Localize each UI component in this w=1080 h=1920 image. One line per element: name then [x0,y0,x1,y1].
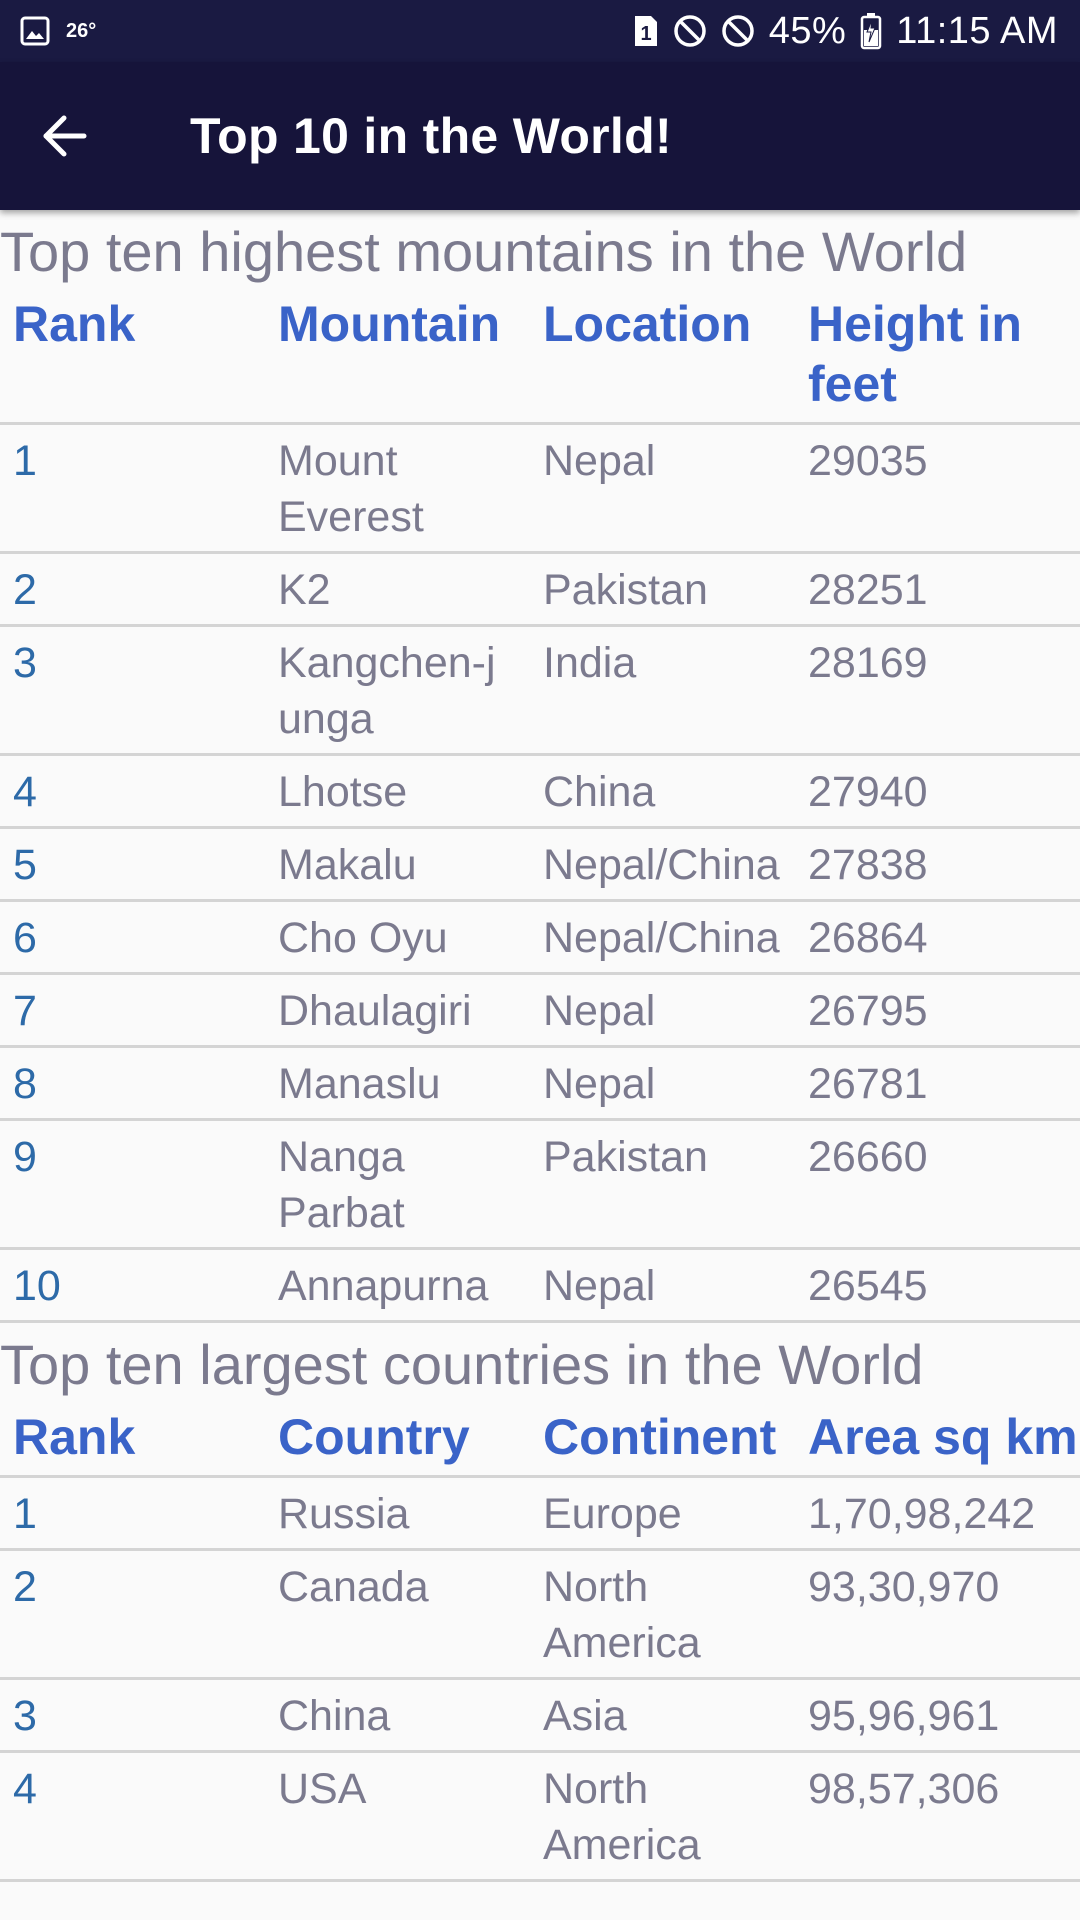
column-header: Mountain [278,296,501,352]
height-cell: 26660 [808,1133,928,1181]
height-cell: 26545 [808,1262,928,1310]
mountain-cell: Makalu [278,841,417,889]
column-header: Rank [13,296,136,352]
rank-cell: 3 [13,1692,37,1740]
rank-cell: 1 [13,1490,37,1538]
table-row: 1 Mount Everest Nepal 29035 [0,424,1080,553]
app-bar: Top 10 in the World! [0,62,1080,210]
table-row: 6 Cho Oyu Nepal/China 26864 [0,901,1080,974]
continent-cell: Asia [543,1692,627,1740]
rank-cell: 3 [13,639,37,687]
column-header: Location [543,296,752,352]
location-cell: India [543,639,637,687]
table-row: 4 Lhotse China 27940 [0,755,1080,828]
area-cell: 98,57,306 [808,1765,1000,1813]
area-cell: 1,70,98,242 [808,1490,1036,1538]
sim-card-icon: 1 [633,14,659,48]
table-row: 9 Nanga Parbat Pakistan 26660 [0,1120,1080,1249]
svg-text:1: 1 [640,23,651,45]
page-title: Top 10 in the World! [190,108,672,164]
countries-section-title: Top ten largest countries in the World [0,1333,924,1396]
country-cell: USA [278,1765,367,1813]
continent-cell: Europe [543,1490,682,1538]
country-cell: Russia [278,1490,410,1538]
height-cell: 27838 [808,841,928,889]
rank-cell: 8 [13,1060,37,1108]
status-bar: 26° 1 45% 11:15 AM [0,0,1080,62]
mountains-table: Rank Mountain Location Height in feet 1 … [0,288,1080,1323]
rank-cell: 4 [13,1765,37,1813]
location-cell: Nepal [543,437,656,485]
rank-cell: 6 [13,914,37,962]
column-header: Height in feet [808,296,1022,412]
content-scroll[interactable]: Top ten highest mountains in the World R… [0,210,1080,1882]
height-cell: 29035 [808,437,928,485]
country-cell: Canada [278,1563,429,1611]
table-row: 8 Manaslu Nepal 26781 [0,1047,1080,1120]
column-header: Continent [543,1409,777,1465]
mountain-cell: Annapurna [278,1262,489,1310]
table-row: 4 USA North America 98,57,306 [0,1752,1080,1881]
table-row: 1 Russia Europe 1,70,98,242 [0,1477,1080,1550]
table-row: 3 Kangchen-junga India 28169 [0,626,1080,755]
area-cell: 93,30,970 [808,1563,1000,1611]
back-button[interactable] [4,76,124,196]
rank-cell: 1 [13,437,37,485]
table-row: 2 Canada North America 93,30,970 [0,1550,1080,1679]
mountain-cell: Manaslu [278,1060,441,1108]
location-cell: Nepal/China [543,841,780,889]
blocked-icon [673,14,707,48]
height-cell: 26864 [808,914,928,962]
mountain-cell: Nanga Parbat [278,1133,405,1237]
column-header: Rank [13,1409,136,1465]
table-row: 5 Makalu Nepal/China 27838 [0,828,1080,901]
rank-cell: 4 [13,768,37,816]
rank-cell: 7 [13,987,37,1035]
gallery-notification-icon [20,16,50,46]
location-cell: China [543,768,656,816]
table-row: 7 Dhaulagiri Nepal 26795 [0,974,1080,1047]
rank-cell: 5 [13,841,37,889]
rank-cell: 10 [13,1262,61,1310]
height-cell: 26795 [808,987,928,1035]
rank-cell: 2 [13,1563,37,1611]
mountains-section-title: Top ten highest mountains in the World [0,220,968,283]
mountain-cell: Mount Everest [278,437,424,541]
table-row: 10 Annapurna Nepal 26545 [0,1249,1080,1322]
rank-cell: 9 [13,1133,37,1181]
battery-charging-icon [860,12,882,50]
continent-cell: North America [543,1765,701,1869]
height-cell: 26781 [808,1060,928,1108]
column-header: Area sq km [808,1409,1078,1465]
continent-cell: North America [543,1563,701,1667]
clock: 11:15 AM [896,9,1058,52]
column-header: Country [278,1409,470,1465]
table-row: 3 China Asia 95,96,961 [0,1679,1080,1752]
battery-percentage: 45% [768,9,847,52]
table-row: 2 K2 Pakistan 28251 [0,553,1080,626]
height-cell: 28169 [808,639,928,687]
country-cell: China [278,1692,391,1740]
mountain-cell: K2 [278,566,331,614]
do-not-disturb-icon [721,14,755,48]
location-cell: Pakistan [543,1133,708,1181]
location-cell: Nepal [543,1262,656,1310]
area-cell: 95,96,961 [808,1692,1000,1740]
weather-temperature: 26° [66,19,97,42]
mountain-cell: Kangchen-junga [278,639,496,743]
location-cell: Nepal [543,1060,656,1108]
mountain-cell: Cho Oyu [278,914,448,962]
height-cell: 27940 [808,768,928,816]
location-cell: Nepal [543,987,656,1035]
rank-cell: 2 [13,566,37,614]
height-cell: 28251 [808,566,928,614]
mountain-cell: Lhotse [278,768,408,816]
table-header-row: Rank Mountain Location Height in feet [0,288,1080,424]
mountain-cell: Dhaulagiri [278,987,472,1035]
location-cell: Pakistan [543,566,708,614]
countries-table: Rank Country Continent Area sq km 1 Russ… [0,1401,1080,1882]
table-header-row: Rank Country Continent Area sq km [0,1401,1080,1477]
location-cell: Nepal/China [543,914,780,962]
arrow-back-icon [43,115,87,157]
